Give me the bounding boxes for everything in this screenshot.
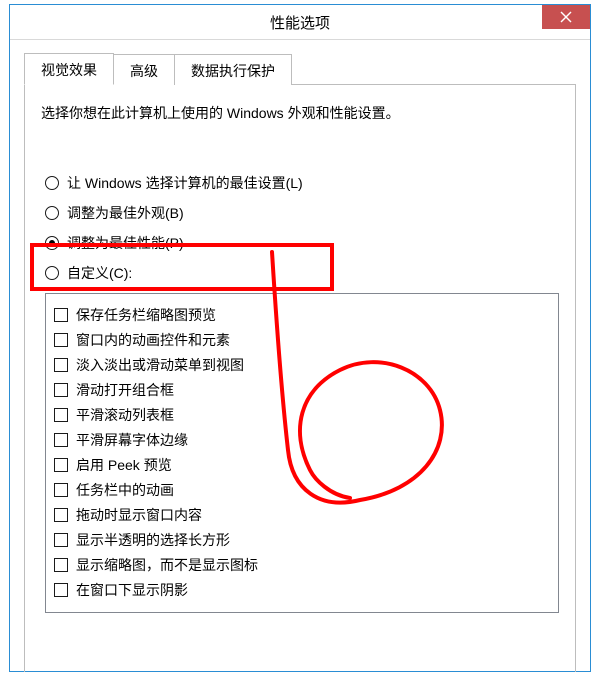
tab-visual-effects[interactable]: 视觉效果 — [24, 53, 114, 85]
checkbox-icon — [54, 483, 68, 497]
tab-label: 数据执行保护 — [191, 63, 275, 79]
close-icon — [560, 11, 572, 23]
checkbox-label: 显示缩略图，而不是显示图标 — [76, 555, 258, 575]
chk-drag-window-contents[interactable]: 拖动时显示窗口内容 — [54, 505, 550, 525]
radio-label: 调整为最佳外观(B) — [67, 203, 184, 223]
chk-thumbmail-not-icon[interactable]: 显示缩略图，而不是显示图标 — [54, 555, 550, 575]
description-text: 选择你想在此计算机上使用的 Windows 外观和性能设置。 — [41, 103, 559, 123]
radio-let-windows-choose[interactable]: 让 Windows 选择计算机的最佳设置(L) — [45, 173, 559, 193]
window-title: 性能选项 — [270, 12, 330, 33]
chk-translucent-selection[interactable]: 显示半透明的选择长方形 — [54, 530, 550, 550]
client-area: 视觉效果 高级 数据执行保护 选择你想在此计算机上使用的 Windows 外观和… — [10, 40, 590, 672]
checkbox-icon — [54, 508, 68, 522]
chk-slide-combo[interactable]: 滑动打开组合框 — [54, 380, 550, 400]
chk-taskbar-thumbnail[interactable]: 保存任务栏缩略图预览 — [54, 305, 550, 325]
checkbox-icon — [54, 308, 68, 322]
checkbox-label: 拖动时显示窗口内容 — [76, 505, 202, 525]
checkbox-label: 显示半透明的选择长方形 — [76, 530, 230, 550]
radio-label: 调整为最佳性能(P) — [67, 233, 184, 253]
radio-icon — [45, 266, 59, 280]
effects-list[interactable]: 保存任务栏缩略图预览 窗口内的动画控件和元素 淡入淡出或滑动菜单到视图 滑动打开… — [45, 293, 559, 613]
checkbox-label: 保存任务栏缩略图预览 — [76, 305, 216, 325]
chk-smooth-scroll-list[interactable]: 平滑滚动列表框 — [54, 405, 550, 425]
tab-label: 视觉效果 — [41, 62, 97, 78]
tab-panel-visual-effects: 选择你想在此计算机上使用的 Windows 外观和性能设置。 让 Windows… — [24, 85, 576, 672]
checkbox-icon — [54, 458, 68, 472]
radio-icon — [45, 176, 59, 190]
checkbox-label: 滑动打开组合框 — [76, 380, 174, 400]
radio-best-appearance[interactable]: 调整为最佳外观(B) — [45, 203, 559, 223]
checkbox-label: 任务栏中的动画 — [76, 480, 174, 500]
chk-smooth-font-edges[interactable]: 平滑屏幕字体边缘 — [54, 430, 550, 450]
checkbox-icon — [54, 558, 68, 572]
close-button[interactable] — [542, 5, 590, 29]
checkbox-icon — [54, 533, 68, 547]
chk-window-shadow[interactable]: 在窗口下显示阴影 — [54, 580, 550, 600]
tab-strip: 视觉效果 高级 数据执行保护 — [24, 54, 576, 85]
chk-taskbar-anim[interactable]: 任务栏中的动画 — [54, 480, 550, 500]
checkbox-label: 在窗口下显示阴影 — [76, 580, 188, 600]
checkbox-icon — [54, 433, 68, 447]
checkbox-label: 平滑屏幕字体边缘 — [76, 430, 188, 450]
dialog-window: 性能选项 视觉效果 高级 数据执行保护 选 — [9, 4, 591, 672]
radio-custom[interactable]: 自定义(C): — [45, 263, 559, 283]
tab-advanced[interactable]: 高级 — [113, 54, 175, 85]
radio-icon — [45, 206, 59, 220]
checkbox-icon — [54, 408, 68, 422]
radio-best-performance[interactable]: 调整为最佳性能(P) — [45, 233, 559, 253]
chk-fade-slide-menus[interactable]: 淡入淡出或滑动菜单到视图 — [54, 355, 550, 375]
radio-label: 自定义(C): — [67, 263, 132, 283]
checkbox-label: 平滑滚动列表框 — [76, 405, 174, 425]
checkbox-icon — [54, 583, 68, 597]
radio-icon — [45, 236, 59, 250]
titlebar: 性能选项 — [10, 5, 590, 40]
radio-label: 让 Windows 选择计算机的最佳设置(L) — [67, 173, 303, 193]
checkbox-icon — [54, 333, 68, 347]
checkbox-icon — [54, 383, 68, 397]
chk-enable-peek[interactable]: 启用 Peek 预览 — [54, 455, 550, 475]
chk-window-anim[interactable]: 窗口内的动画控件和元素 — [54, 330, 550, 350]
checkbox-label: 淡入淡出或滑动菜单到视图 — [76, 355, 244, 375]
tab-dep[interactable]: 数据执行保护 — [174, 54, 292, 85]
checkbox-icon — [54, 358, 68, 372]
checkbox-label: 启用 Peek 预览 — [76, 455, 172, 475]
tab-label: 高级 — [130, 63, 158, 79]
checkbox-label: 窗口内的动画控件和元素 — [76, 330, 230, 350]
